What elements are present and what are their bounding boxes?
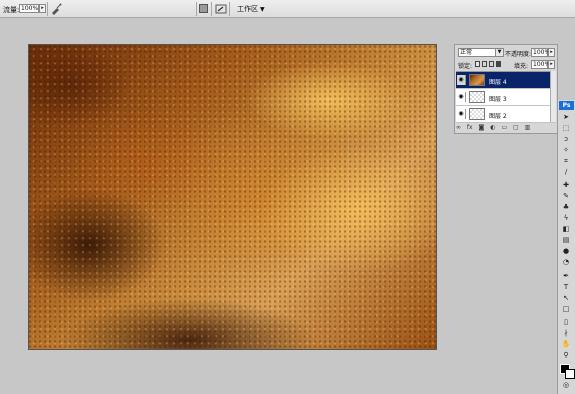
eraser-tool-icon[interactable]: ◧: [561, 225, 571, 234]
chevron-down-icon: ▼: [260, 6, 265, 13]
opacity-input[interactable]: 100%: [531, 48, 550, 57]
slice-tool-icon[interactable]: ∕: [561, 168, 571, 177]
healing-brush-tool-icon[interactable]: ✚: [561, 181, 571, 190]
eyedropper-tool-icon[interactable]: ∤: [561, 329, 571, 338]
lock-all-icon[interactable]: [496, 61, 501, 67]
zoom-tool-icon[interactable]: ⚲: [561, 351, 571, 360]
shape-tool-icon[interactable]: □: [561, 305, 571, 314]
link-icon[interactable]: ∞: [456, 124, 461, 131]
eye-icon[interactable]: ◉: [457, 109, 466, 119]
lock-transparency-icon[interactable]: [475, 61, 480, 67]
blend-mode-select[interactable]: 正常 ▼: [458, 48, 504, 57]
lock-label: 锁定:: [458, 63, 473, 70]
layer-list: ◉ 图层 4 ◉ 图层 3 ◉ 图层 2: [456, 71, 556, 123]
divider: [196, 2, 197, 16]
options-bar: 流量: 100% ▸ 工作区 ▼: [0, 0, 575, 18]
airbrush-icon[interactable]: [50, 3, 62, 15]
magic-wand-tool-icon[interactable]: ✧: [561, 146, 571, 155]
lock-pixels-icon[interactable]: [482, 61, 487, 67]
divider: [211, 2, 212, 16]
type-tool-icon[interactable]: T: [561, 283, 571, 292]
layer-row[interactable]: ◉ 图层 2: [456, 106, 556, 123]
ps-logo: Ps: [559, 101, 574, 110]
opacity-label: 不透明度:: [505, 51, 532, 58]
layer-name: 图层 2: [489, 113, 507, 120]
layers-scrollbar[interactable]: [550, 71, 556, 122]
trash-icon[interactable]: ▥: [525, 124, 531, 131]
folder-icon[interactable]: ▭: [501, 124, 507, 131]
layer-row[interactable]: ◉ 图层 3: [456, 89, 556, 106]
workspace-label: 工作区: [237, 5, 258, 13]
divider: [47, 2, 48, 16]
background-color-swatch[interactable]: [565, 369, 575, 379]
layers-footer: ∞ fx ◙ ◐ ▭ ▢ ▥: [456, 123, 556, 132]
document-canvas[interactable]: [28, 44, 437, 350]
fill-input[interactable]: 100%: [531, 60, 550, 69]
fill-arrow-icon[interactable]: ▸: [548, 60, 555, 69]
fx-icon[interactable]: fx: [467, 124, 473, 131]
eye-icon[interactable]: ◉: [457, 75, 466, 85]
flow-arrow-icon[interactable]: ▸: [39, 4, 46, 13]
history-brush-tool-icon[interactable]: ϟ: [561, 214, 571, 223]
pen-tool-icon[interactable]: ✒: [561, 272, 571, 281]
eye-icon[interactable]: ◉: [457, 92, 466, 102]
new-layer-icon[interactable]: ▢: [513, 124, 519, 131]
layer-thumbnail: [469, 91, 485, 103]
fill-label: 填充:: [514, 63, 529, 70]
layer-row[interactable]: ◉ 图层 4: [456, 72, 556, 89]
notes-tool-icon[interactable]: ▯: [561, 318, 571, 327]
flow-label: 流量:: [3, 6, 20, 14]
chevron-down-icon: ▼: [495, 49, 503, 56]
quick-mask-icon[interactable]: ◎: [561, 381, 571, 390]
layer-thumbnail: [469, 74, 485, 86]
layer-thumbnail: [469, 108, 485, 120]
lasso-tool-icon[interactable]: ↄ: [561, 135, 571, 144]
mask-icon[interactable]: ◙: [479, 124, 485, 131]
adjustment-icon[interactable]: ◐: [490, 124, 495, 131]
brush-palette-icon[interactable]: [199, 4, 208, 13]
layers-panel: 正常 ▼ 不透明度: 100% ▸ 锁定: 填充: 100% ▸ ◉ 图层 4 …: [454, 44, 558, 134]
layer-name: 图层 4: [489, 79, 507, 86]
hand-tool-icon[interactable]: ✋: [561, 340, 571, 349]
flow-input[interactable]: 100%: [19, 4, 39, 13]
crop-tool-icon[interactable]: ⌗: [561, 157, 571, 166]
dodge-tool-icon[interactable]: ◔: [561, 258, 571, 267]
divider: [229, 2, 230, 16]
move-tool-icon[interactable]: ➤: [561, 113, 571, 122]
path-selection-tool-icon[interactable]: ↖: [561, 294, 571, 303]
gradient-tool-icon[interactable]: ▤: [561, 236, 571, 245]
blur-tool-icon[interactable]: ●: [561, 247, 571, 256]
brush-panel-icon[interactable]: [215, 3, 227, 15]
lock-position-icon[interactable]: [489, 61, 494, 67]
blend-mode-value: 正常: [460, 49, 473, 56]
layer-name: 图层 3: [489, 96, 507, 103]
toolbox: Ps ➤ ⬚ ↄ ✧ ⌗ ∕ ✚ ✎ ♣ ϟ ◧ ▤ ● ◔ ✒ T ↖ □ ▯…: [557, 100, 575, 394]
marquee-tool-icon[interactable]: ⬚: [561, 124, 571, 133]
brush-tool-icon[interactable]: ✎: [561, 192, 571, 201]
clone-stamp-tool-icon[interactable]: ♣: [561, 203, 571, 212]
opacity-arrow-icon[interactable]: ▸: [548, 48, 555, 57]
workspace-menu[interactable]: 工作区 ▼: [233, 2, 269, 17]
